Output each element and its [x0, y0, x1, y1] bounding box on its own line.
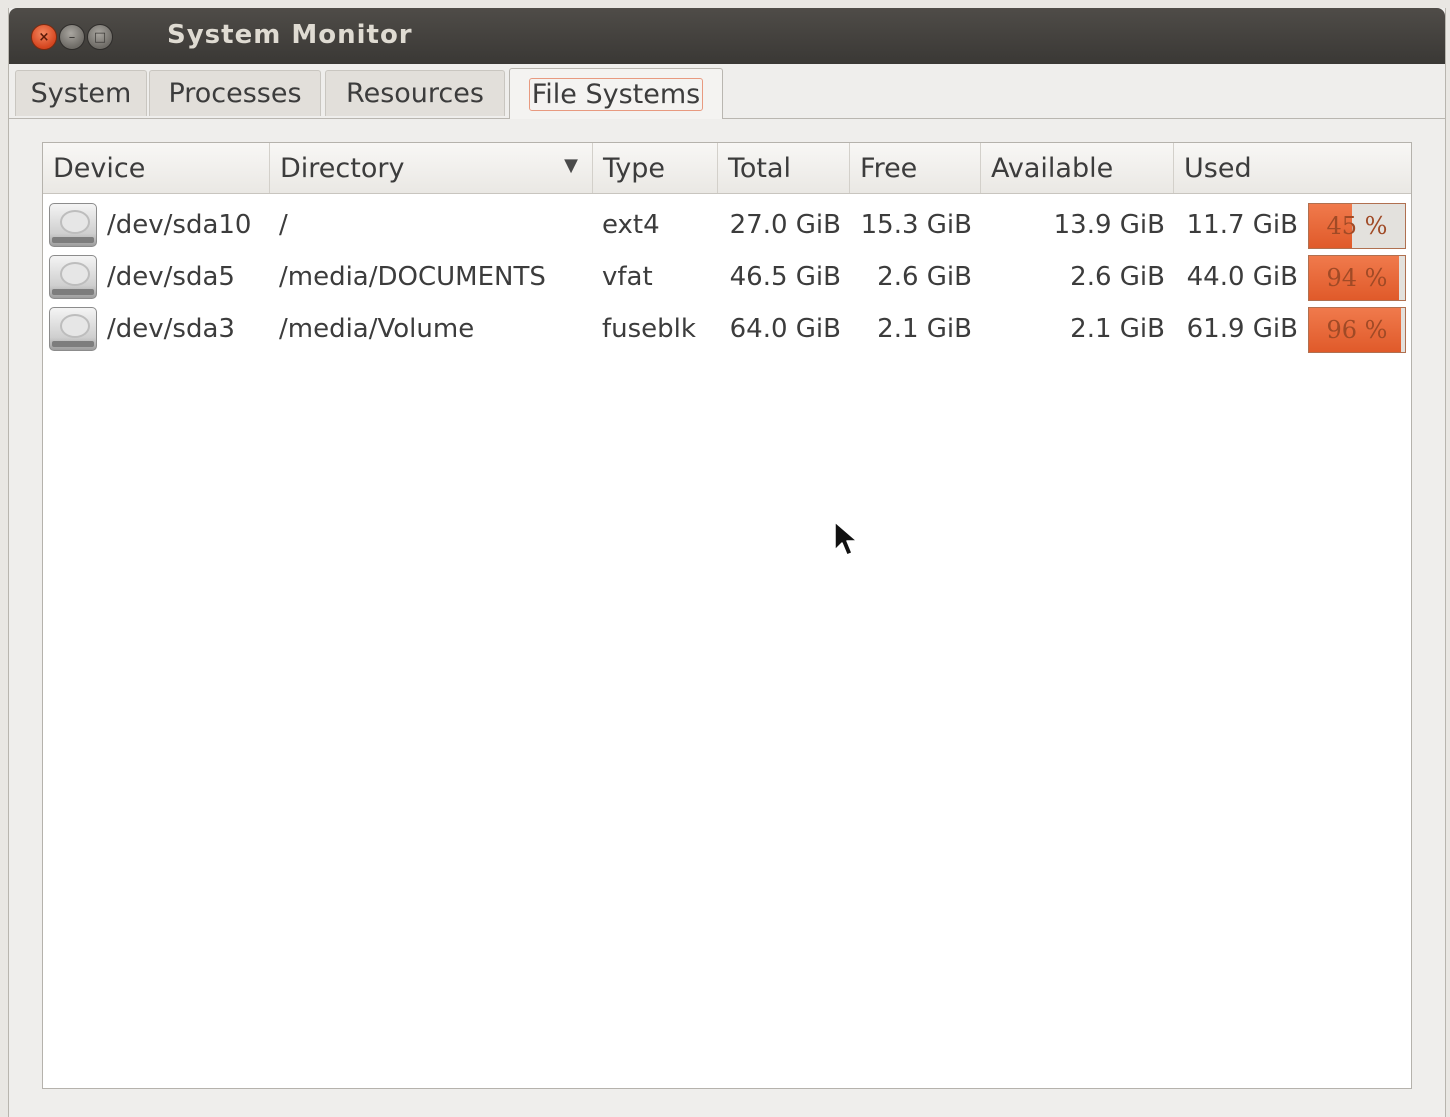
table-header: Device Directory ▼ Type Total Free Avail… [43, 143, 1411, 194]
column-header-directory[interactable]: Directory ▼ [270, 143, 593, 193]
harddisk-icon [49, 203, 97, 247]
table-row[interactable]: /dev/sda5 /media/DOCUMENTS vfat 46.5 GiB… [43, 251, 1411, 303]
window-title: System Monitor [167, 20, 413, 50]
available-cell: 2.1 GiB [1070, 314, 1165, 344]
column-header-used[interactable]: Used [1174, 143, 1411, 193]
column-header-label: Directory [280, 152, 405, 184]
window-resize-edge[interactable] [9, 1109, 1445, 1117]
minimize-icon[interactable]: – [59, 24, 85, 50]
device-cell: /dev/sda10 [107, 210, 252, 240]
tab-label: System [30, 78, 132, 109]
column-header-label: Used [1184, 152, 1252, 184]
system-monitor-window: × – □ System Monitor System Processes Re… [8, 8, 1446, 1117]
directory-cell: /media/DOCUMENTS [279, 262, 546, 292]
column-header-available[interactable]: Available [981, 143, 1174, 193]
usage-progress-bar: 96 % [1308, 307, 1406, 353]
tab-bar: System Processes Resources File Systems [9, 64, 1445, 119]
tab-label: File Systems [528, 77, 704, 111]
directory-cell: / [279, 210, 288, 240]
total-cell: 27.0 GiB [729, 210, 841, 240]
directory-cell: /media/Volume [279, 314, 475, 344]
tab-file-systems[interactable]: File Systems [509, 68, 723, 119]
device-cell: /dev/sda5 [107, 262, 235, 292]
column-header-label: Type [603, 152, 666, 184]
tab-label: Processes [168, 78, 302, 109]
column-header-label: Total [728, 152, 792, 184]
used-cell: 44.0 GiB [1186, 262, 1298, 292]
used-cell: 11.7 GiB [1186, 210, 1298, 240]
column-header-free[interactable]: Free [850, 143, 981, 193]
total-cell: 64.0 GiB [729, 314, 841, 344]
usage-progress-bar: 45 % [1308, 203, 1406, 249]
usage-percent-label: 45 % [1326, 212, 1388, 240]
tab-label: Resources [346, 78, 484, 109]
used-cell: 61.9 GiB [1186, 314, 1298, 344]
table-row[interactable]: /dev/sda3 /media/Volume fuseblk 64.0 GiB… [43, 303, 1411, 355]
column-header-label: Available [991, 152, 1114, 184]
table-row[interactable]: /dev/sda10 / ext4 27.0 GiB 15.3 GiB 13.9… [43, 199, 1411, 251]
column-header-device[interactable]: Device [43, 143, 270, 193]
usage-percent-label: 96 % [1326, 316, 1388, 344]
harddisk-icon [49, 307, 97, 351]
tab-system[interactable]: System [15, 70, 147, 116]
maximize-icon[interactable]: □ [87, 24, 113, 50]
available-cell: 13.9 GiB [1053, 210, 1165, 240]
column-header-label: Device [53, 152, 146, 184]
free-cell: 15.3 GiB [860, 210, 972, 240]
harddisk-icon [49, 255, 97, 299]
mouse-pointer-icon [834, 521, 858, 556]
title-bar[interactable]: × – □ System Monitor [9, 8, 1445, 64]
device-cell: /dev/sda3 [107, 314, 235, 344]
tab-processes[interactable]: Processes [149, 70, 321, 116]
total-cell: 46.5 GiB [729, 262, 841, 292]
free-cell: 2.6 GiB [877, 262, 972, 292]
filesystems-table: Device Directory ▼ Type Total Free Avail… [42, 142, 1412, 1089]
close-icon[interactable]: × [31, 24, 57, 50]
usage-percent-label: 94 % [1326, 264, 1388, 292]
column-header-type[interactable]: Type [593, 143, 718, 193]
column-header-total[interactable]: Total [718, 143, 850, 193]
available-cell: 2.6 GiB [1070, 262, 1165, 292]
free-cell: 2.1 GiB [877, 314, 972, 344]
type-cell: fuseblk [602, 314, 696, 344]
type-cell: ext4 [602, 210, 660, 240]
column-header-label: Free [860, 152, 918, 184]
sort-descending-icon: ▼ [564, 155, 578, 176]
usage-progress-bar: 94 % [1308, 255, 1406, 301]
type-cell: vfat [602, 262, 653, 292]
tab-resources[interactable]: Resources [325, 70, 505, 116]
